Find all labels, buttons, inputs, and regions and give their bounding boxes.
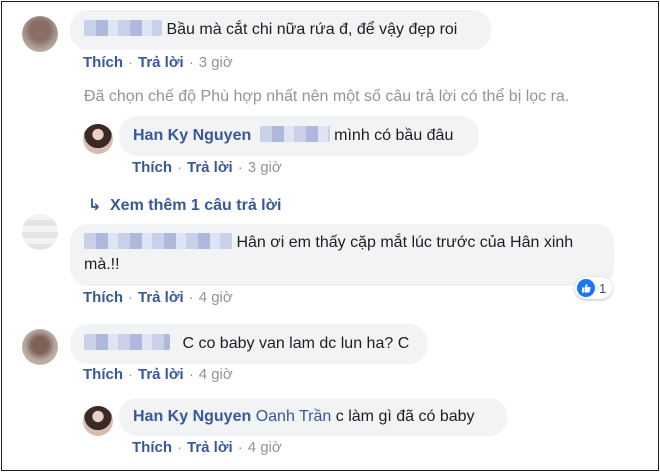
- timestamp[interactable]: 3 giờ: [248, 159, 282, 176]
- reply-link[interactable]: Trả lời: [187, 439, 233, 456]
- like-link[interactable]: Thích: [132, 159, 172, 176]
- timestamp[interactable]: 4 giờ: [199, 366, 233, 383]
- view-more-replies-link[interactable]: ↳ Xem thêm 1 câu trả lời: [88, 195, 281, 215]
- reply-actions: Thích · Trả lời · 4 giờ: [132, 439, 282, 456]
- reply-author[interactable]: Han Ky Nguyen: [133, 408, 251, 425]
- timestamp[interactable]: 4 giờ: [199, 289, 233, 306]
- reply-link[interactable]: Trả lời: [138, 54, 184, 71]
- reaction-count: 1: [599, 280, 607, 296]
- comment-text: Bầu mà cắt chi nữa rứa đ, để vậy đẹp roi: [166, 21, 458, 38]
- reply-arrow-icon: ↳: [88, 197, 102, 214]
- avatar[interactable]: [22, 16, 58, 52]
- like-link[interactable]: Thích: [83, 54, 123, 71]
- avatar[interactable]: [22, 214, 58, 250]
- redacted-mention[interactable]: [259, 126, 330, 142]
- mention-link[interactable]: Oanh Trần: [256, 408, 332, 425]
- reply-link[interactable]: Trả lời: [138, 366, 184, 383]
- reply-text: c làm gì đã có baby: [335, 408, 475, 425]
- reply-actions: Thích · Trả lời · 3 giờ: [132, 159, 282, 176]
- thumbs-up-icon: [577, 279, 595, 297]
- comment-actions: Thích · Trả lời · 4 giờ: [83, 289, 233, 306]
- reaction-summary[interactable]: 1: [575, 277, 613, 299]
- filter-notice: Đã chọn chế độ Phù hợp nhất nên một số c…: [84, 88, 570, 105]
- comment-bubble: Hân ơi em thấy cặp mắt lúc trước của Hân…: [70, 224, 614, 286]
- reply-link[interactable]: Trả lời: [138, 289, 184, 306]
- redacted-author-name[interactable]: [84, 334, 170, 350]
- like-link[interactable]: Thích: [132, 439, 172, 456]
- reply-link[interactable]: Trả lời: [187, 159, 233, 176]
- view-more-label: Xem thêm 1 câu trả lời: [110, 197, 282, 214]
- comment-actions: Thích · Trả lời · 3 giờ: [83, 54, 233, 71]
- comment-actions: Thích · Trả lời · 4 giờ: [83, 366, 233, 383]
- comment-bubble: Bầu mà cắt chi nữa rứa đ, để vậy đẹp roi: [70, 10, 491, 50]
- like-link[interactable]: Thích: [83, 366, 123, 383]
- reply-text: mình có bầu đâu: [334, 127, 454, 144]
- avatar[interactable]: [83, 406, 113, 436]
- redacted-author-name[interactable]: [84, 233, 232, 249]
- timestamp[interactable]: 3 giờ: [199, 54, 233, 71]
- comment-thread: Bầu mà cắt chi nữa rứa đ, để vậy đẹp roi…: [1, 1, 659, 471]
- like-link[interactable]: Thích: [83, 289, 123, 306]
- timestamp[interactable]: 4 giờ: [248, 439, 282, 456]
- comment-bubble: C co baby van lam dc lun ha? C: [70, 324, 427, 364]
- redacted-author-name[interactable]: [84, 20, 162, 36]
- reply-bubble: Han Ky Nguyen mình có bầu đâu: [119, 116, 479, 156]
- avatar[interactable]: [83, 124, 113, 154]
- reply-author[interactable]: Han Ky Nguyen: [133, 127, 251, 144]
- comment-text: C co baby van lam dc lun ha? C: [182, 335, 410, 352]
- reply-bubble: Han Ky Nguyen Oanh Trần c làm gì đã có b…: [119, 398, 507, 436]
- avatar[interactable]: [22, 329, 58, 365]
